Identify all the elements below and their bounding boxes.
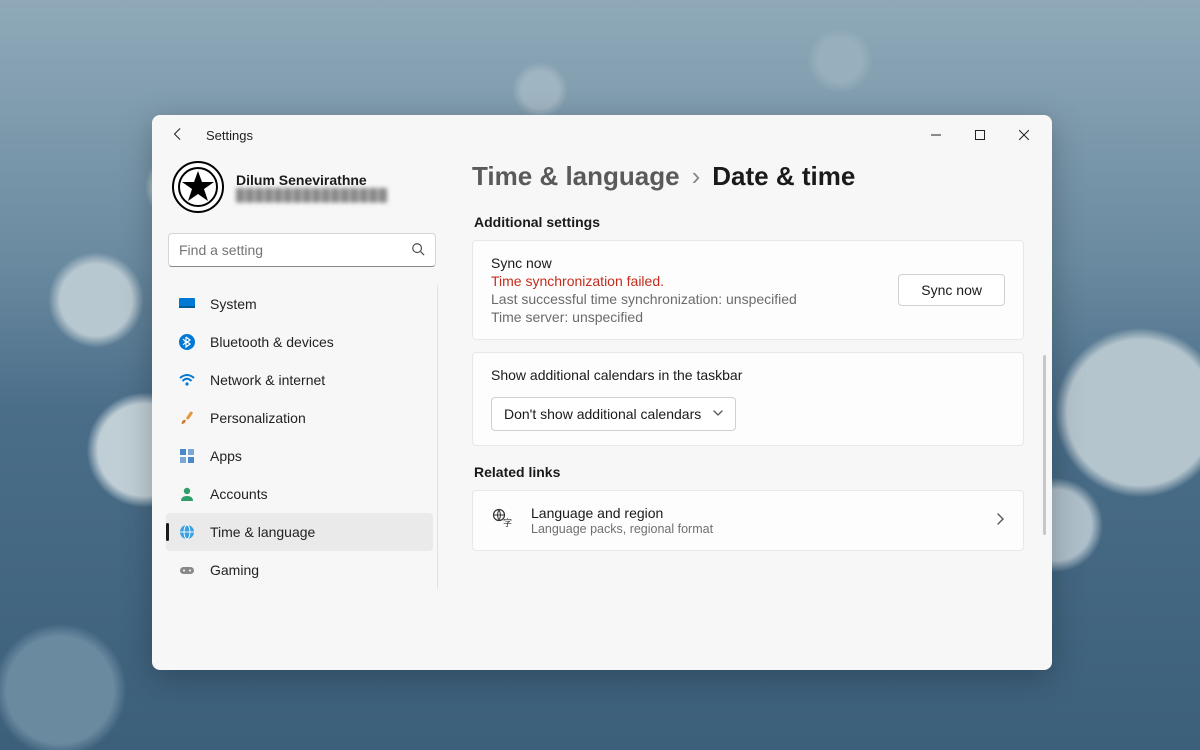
sidebar-item-label: Personalization <box>210 410 306 426</box>
profile-email-obscured: ████████████████ <box>236 188 388 202</box>
breadcrumb-current: Date & time <box>712 161 855 192</box>
sync-server-text: Time server: unspecified <box>491 309 882 325</box>
sidebar-item-label: Time & language <box>210 524 315 540</box>
calendars-label: Show additional calendars in the taskbar <box>491 367 1005 383</box>
sidebar-item-label: Gaming <box>210 562 259 578</box>
sidebar-item-label: Network & internet <box>210 372 325 388</box>
person-icon <box>178 485 196 503</box>
scrollbar[interactable] <box>1043 355 1046 535</box>
search-icon <box>411 242 425 259</box>
section-additional-settings: Additional settings <box>474 214 1024 230</box>
sync-now-button[interactable]: Sync now <box>898 274 1005 306</box>
close-button[interactable] <box>1002 119 1046 151</box>
chevron-right-icon <box>995 512 1005 529</box>
back-button[interactable] <box>168 127 188 144</box>
language-region-icon: 字 <box>491 507 513 534</box>
language-region-sub: Language packs, regional format <box>531 522 713 536</box>
language-region-title: Language and region <box>531 505 713 521</box>
language-region-link[interactable]: 字 Language and region Language packs, re… <box>472 490 1024 551</box>
maximize-button[interactable] <box>958 119 1002 151</box>
titlebar: Settings <box>152 115 1052 155</box>
sync-card: Sync now Time synchronization failed. La… <box>472 240 1024 340</box>
avatar <box>172 161 224 213</box>
search-input[interactable] <box>179 242 411 258</box>
sync-last-text: Last successful time synchronization: un… <box>491 291 882 307</box>
calendars-selected: Don't show additional calendars <box>504 406 701 422</box>
system-icon <box>178 295 196 313</box>
minimize-button[interactable] <box>914 119 958 151</box>
globe-clock-icon <box>178 523 196 541</box>
sidebar-item-label: Accounts <box>210 486 268 502</box>
main-content: Time & language › Date & time Additional… <box>452 155 1052 670</box>
bluetooth-icon <box>178 333 196 351</box>
sidebar-item-personalization[interactable]: Personalization <box>166 399 433 437</box>
nav-list: System Bluetooth & devices Network & int… <box>166 285 438 589</box>
profile-name: Dilum Senevirathne <box>236 172 388 188</box>
sidebar-item-label: Bluetooth & devices <box>210 334 334 350</box>
sidebar-item-label: Apps <box>210 448 242 464</box>
sidebar-item-system[interactable]: System <box>166 285 433 323</box>
section-related-links: Related links <box>474 464 1024 480</box>
sync-title: Sync now <box>491 255 882 271</box>
calendars-dropdown[interactable]: Don't show additional calendars <box>491 397 736 431</box>
chevron-down-icon <box>713 408 723 421</box>
sidebar-item-bluetooth[interactable]: Bluetooth & devices <box>166 323 433 361</box>
apps-icon <box>178 447 196 465</box>
breadcrumb-separator: › <box>692 161 701 192</box>
sync-error-text: Time synchronization failed. <box>491 273 882 289</box>
paintbrush-icon <box>178 409 196 427</box>
sidebar-item-label: System <box>210 296 257 312</box>
wifi-icon <box>178 371 196 389</box>
svg-text:字: 字 <box>503 517 512 528</box>
gamepad-icon <box>178 561 196 579</box>
breadcrumb: Time & language › Date & time <box>472 161 1024 192</box>
profile-block[interactable]: Dilum Senevirathne ████████████████ <box>166 155 438 227</box>
calendars-card: Show additional calendars in the taskbar… <box>472 352 1024 446</box>
breadcrumb-parent[interactable]: Time & language <box>472 161 680 192</box>
sidebar: Dilum Senevirathne ████████████████ Syst… <box>152 155 452 670</box>
sidebar-item-gaming[interactable]: Gaming <box>166 551 433 589</box>
settings-window: Settings Dilum Senevirathne ██ <box>152 115 1052 670</box>
sidebar-item-network[interactable]: Network & internet <box>166 361 433 399</box>
search-box[interactable] <box>168 233 436 267</box>
window-title: Settings <box>206 128 253 143</box>
sidebar-item-time-language[interactable]: Time & language <box>166 513 433 551</box>
sidebar-item-accounts[interactable]: Accounts <box>166 475 433 513</box>
sidebar-item-apps[interactable]: Apps <box>166 437 433 475</box>
